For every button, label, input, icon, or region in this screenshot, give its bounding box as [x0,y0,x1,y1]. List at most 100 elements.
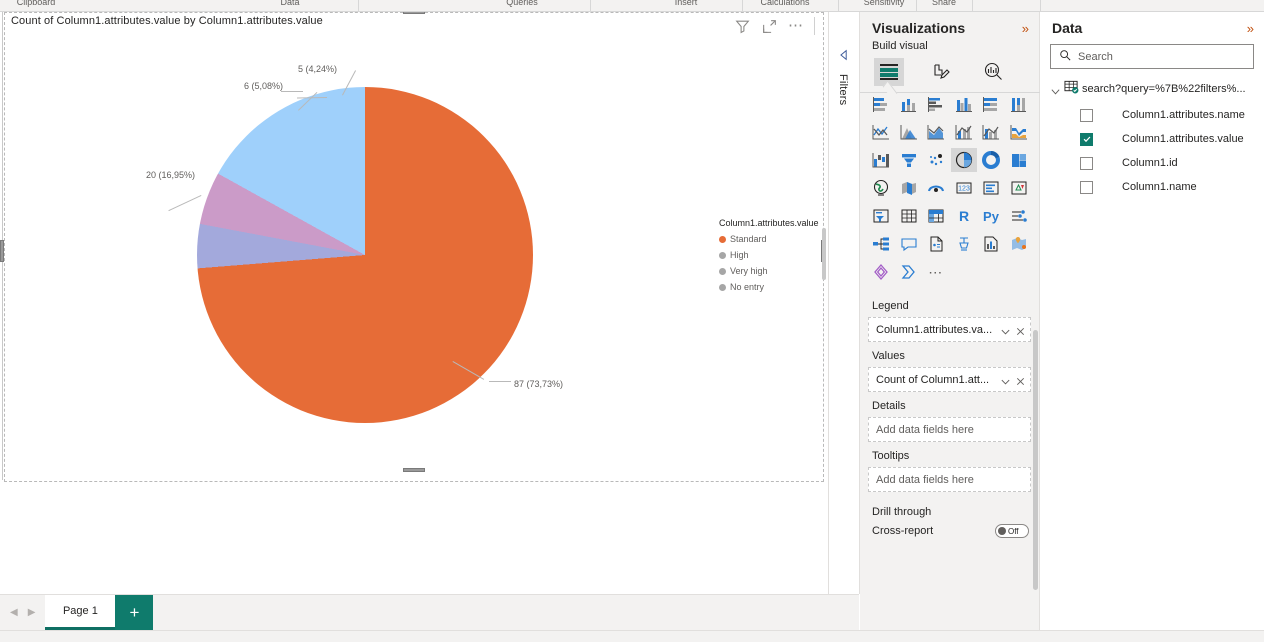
resize-handle-left[interactable] [0,240,4,262]
treemap-icon[interactable] [1006,148,1032,172]
pie-chart-visual[interactable]: Count of Column1.attributes.value by Col… [4,12,824,482]
page-tab-page-1[interactable]: Page 1 [45,595,116,630]
page-nav-arrows[interactable]: ◀ ▶ [0,595,45,630]
table-icon[interactable] [896,204,922,228]
line-and-stacked-column-chart-icon[interactable] [951,120,977,144]
cross-report-row[interactable]: Cross-report Off [860,518,1039,538]
resize-handle-bottom[interactable] [403,468,425,472]
matrix-icon[interactable] [923,204,949,228]
collapse-pane-icon[interactable]: » [1022,22,1029,35]
analytics-tab[interactable] [978,58,1008,86]
resize-handle-top[interactable] [403,12,425,14]
stacked-column-chart-icon[interactable] [896,92,922,116]
power-apps-icon[interactable] [868,260,894,284]
legend-item-high[interactable]: High [719,247,819,263]
search-input[interactable]: Search [1050,44,1254,69]
legend-label-high: High [730,250,749,260]
stacked-area-chart-icon[interactable] [923,120,949,144]
legend-label-very-high: Very high [730,266,768,276]
field-checkbox[interactable] [1080,132,1093,146]
page-next-icon[interactable]: ▶ [28,607,36,618]
chevron-down-icon[interactable] [1000,324,1011,335]
slicer-icon[interactable] [868,204,894,228]
search-icon [1059,48,1071,66]
report-canvas[interactable]: Count of Column1.attributes.value by Col… [0,12,828,594]
well-legend[interactable]: Column1.attributes.va... [868,317,1031,342]
legend-item-no-entry[interactable]: No entry [719,279,819,295]
add-page-button[interactable]: + [115,595,154,630]
clustered-bar-chart-icon[interactable] [923,92,949,116]
field-checkbox[interactable] [1080,156,1093,170]
legend-item-very-high[interactable]: Very high [719,263,819,279]
key-influencers-icon[interactable] [1006,204,1032,228]
multi-row-card-icon[interactable] [978,176,1004,200]
well-label-values: Values [872,350,905,362]
table-icon [1064,79,1079,99]
pie-plot-area: 5 (4,24%) 6 (5,08%) 20 (16,95%) 87 (73,7… [5,13,825,481]
visual-type-gallery[interactable]: 123 R Py ⋯ [860,86,1039,288]
build-visual-tabs[interactable] [860,56,1040,100]
line-and-clustered-column-chart-icon[interactable] [978,120,1004,144]
arcgis-map-icon[interactable] [1006,232,1032,256]
clustered-column-chart-icon[interactable] [951,92,977,116]
data-pane[interactable]: Data » Search search?query=%7B%22filters… [1040,12,1264,630]
paginated-report-icon[interactable] [951,232,977,256]
remove-field-icon[interactable] [1015,324,1026,336]
format-tab[interactable] [926,58,956,86]
field-wells[interactable]: Legend Column1.attributes.va... Values C… [860,288,1039,492]
collapse-data-pane-icon[interactable]: » [1247,22,1254,35]
more-visuals-icon[interactable]: ⋯ [923,260,949,284]
data-label-high: 20 (16,95%) [146,170,196,180]
pie-chart-icon[interactable] [950,148,977,172]
area-chart-icon[interactable] [896,120,922,144]
well-tooltips[interactable]: Add data fields here [868,467,1031,492]
data-table-node[interactable]: search?query=%7B%22filters%... [1040,69,1264,103]
decomposition-tree-icon[interactable] [868,232,894,256]
100-percent-stacked-bar-chart-icon[interactable] [978,92,1004,116]
scatter-chart-icon[interactable] [923,148,949,172]
waterfall-chart-icon[interactable] [868,148,894,172]
cross-report-toggle[interactable]: Off [995,524,1029,538]
well-label-tooltips: Tooltips [872,450,910,462]
field-checkbox[interactable] [1080,108,1093,122]
python-visual-icon[interactable]: Py [978,204,1004,228]
visualizations-pane[interactable]: Visualizations » Build visual 123 R Py ⋯… [860,12,1040,630]
map-icon[interactable] [868,176,894,200]
field-row-name[interactable]: Column1.name [1040,175,1264,199]
ribbon-group-share: Share [931,0,957,7]
data-pane-title: Data [1052,20,1083,36]
chevron-down-icon[interactable] [1050,84,1061,95]
filters-pane-collapsed[interactable]: Filters [828,12,860,594]
funnel-chart-icon[interactable] [896,148,922,172]
expand-chevron-icon[interactable] [837,48,851,62]
ribbon-chart-icon[interactable] [1006,120,1032,144]
card-icon[interactable]: 123 [951,176,977,200]
line-chart-icon[interactable] [868,120,894,144]
azure-map-icon[interactable] [923,176,949,200]
remove-field-icon[interactable] [1015,374,1026,386]
page-bar-filler [153,595,859,630]
metrics-icon[interactable] [978,232,1004,256]
visualizations-pane-scrollbar[interactable] [1033,330,1038,590]
leader-line-standard-h [489,381,511,382]
kpi-icon[interactable] [1006,176,1032,200]
well-details[interactable]: Add data fields here [868,417,1031,442]
power-automate-icon[interactable] [896,260,922,284]
page-tab-bar[interactable]: ◀ ▶ Page 1 + [0,594,859,630]
well-values[interactable]: Count of Column1.att... [868,367,1031,392]
pie-slices[interactable] [197,87,533,423]
donut-chart-icon[interactable] [978,148,1004,172]
field-row-attributes-name[interactable]: Column1.attributes.name [1040,103,1264,127]
q-and-a-icon[interactable] [896,232,922,256]
field-row-attributes-value[interactable]: Column1.attributes.value [1040,127,1264,151]
visual-scrollbar[interactable] [822,228,826,280]
page-prev-icon[interactable]: ◀ [10,607,18,618]
legend-item-standard[interactable]: Standard [719,231,819,247]
r-script-visual-icon[interactable]: R [951,204,977,228]
100-percent-stacked-column-chart-icon[interactable] [1006,92,1032,116]
filled-map-icon[interactable] [896,176,922,200]
narrative-icon[interactable] [923,232,949,256]
chevron-down-icon[interactable] [1000,374,1011,385]
field-row-id[interactable]: Column1.id [1040,151,1264,175]
field-checkbox[interactable] [1080,180,1093,194]
